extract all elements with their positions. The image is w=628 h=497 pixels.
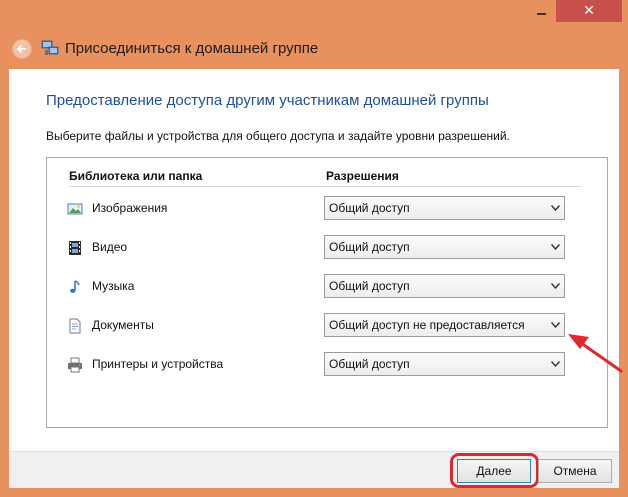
homegroup-icon <box>41 40 59 55</box>
cancel-button[interactable]: Отмена <box>538 459 612 483</box>
documents-icon <box>69 318 81 334</box>
header-divider <box>69 186 581 187</box>
chevron-down-icon <box>546 236 564 258</box>
select-value: Общий доступ <box>329 201 410 215</box>
minimize-button[interactable] <box>528 0 554 22</box>
select-value: Общий доступ не предоставляется <box>329 318 525 332</box>
table-row: Принтеры и устройства Общий доступ <box>47 352 607 376</box>
minimize-icon <box>536 13 546 15</box>
select-value: Общий доступ <box>329 357 410 371</box>
permission-select-printers[interactable]: Общий доступ <box>324 352 565 376</box>
chevron-down-icon <box>546 353 564 375</box>
chevron-down-icon <box>546 197 564 219</box>
main-content: Предоставление доступа другим участникам… <box>9 69 619 451</box>
row-label: Изображения <box>92 201 168 215</box>
page-heading: Предоставление доступа другим участникам… <box>46 92 489 109</box>
video-icon <box>69 241 81 255</box>
chevron-down-icon <box>546 314 564 336</box>
select-value: Общий доступ <box>329 240 410 254</box>
window-title: Присоединиться к домашней группе <box>65 40 319 57</box>
select-value: Общий доступ <box>329 279 410 293</box>
music-icon <box>70 280 80 293</box>
close-icon: ✕ <box>583 3 595 19</box>
table-row: Видео Общий доступ <box>47 235 607 259</box>
table-row: Музыка Общий доступ <box>47 274 607 298</box>
row-label: Видео <box>92 240 128 254</box>
back-button[interactable] <box>12 39 32 59</box>
close-button[interactable]: ✕ <box>556 0 622 22</box>
printer-icon <box>68 357 82 373</box>
column-header-permissions: Разрешения <box>326 169 399 183</box>
next-button[interactable]: Далее <box>457 459 531 483</box>
table-row: Изображения Общий доступ <box>47 196 607 220</box>
instruction-text: Выберите файлы и устройства для общего д… <box>46 129 510 143</box>
permission-select-video[interactable]: Общий доступ <box>324 235 565 259</box>
column-header-library: Библиотека или папка <box>69 169 203 183</box>
row-label: Принтеры и устройства <box>92 357 224 371</box>
dialog-footer: Далее Отмена <box>9 451 619 488</box>
permission-select-pictures[interactable]: Общий доступ <box>324 196 565 220</box>
pictures-icon <box>67 203 83 215</box>
sharing-table: Библиотека или папка Разрешения Изображе… <box>46 157 608 428</box>
table-row: Документы Общий доступ не предоставляетс… <box>47 313 607 337</box>
row-label: Музыка <box>92 279 135 293</box>
permission-select-documents[interactable]: Общий доступ не предоставляется <box>324 313 565 337</box>
row-label: Документы <box>92 318 154 332</box>
navigation-bar: Присоединиться к домашней группе <box>0 30 628 68</box>
back-arrow-icon <box>16 44 26 54</box>
permission-select-music[interactable]: Общий доступ <box>324 274 565 298</box>
chevron-down-icon <box>546 275 564 297</box>
